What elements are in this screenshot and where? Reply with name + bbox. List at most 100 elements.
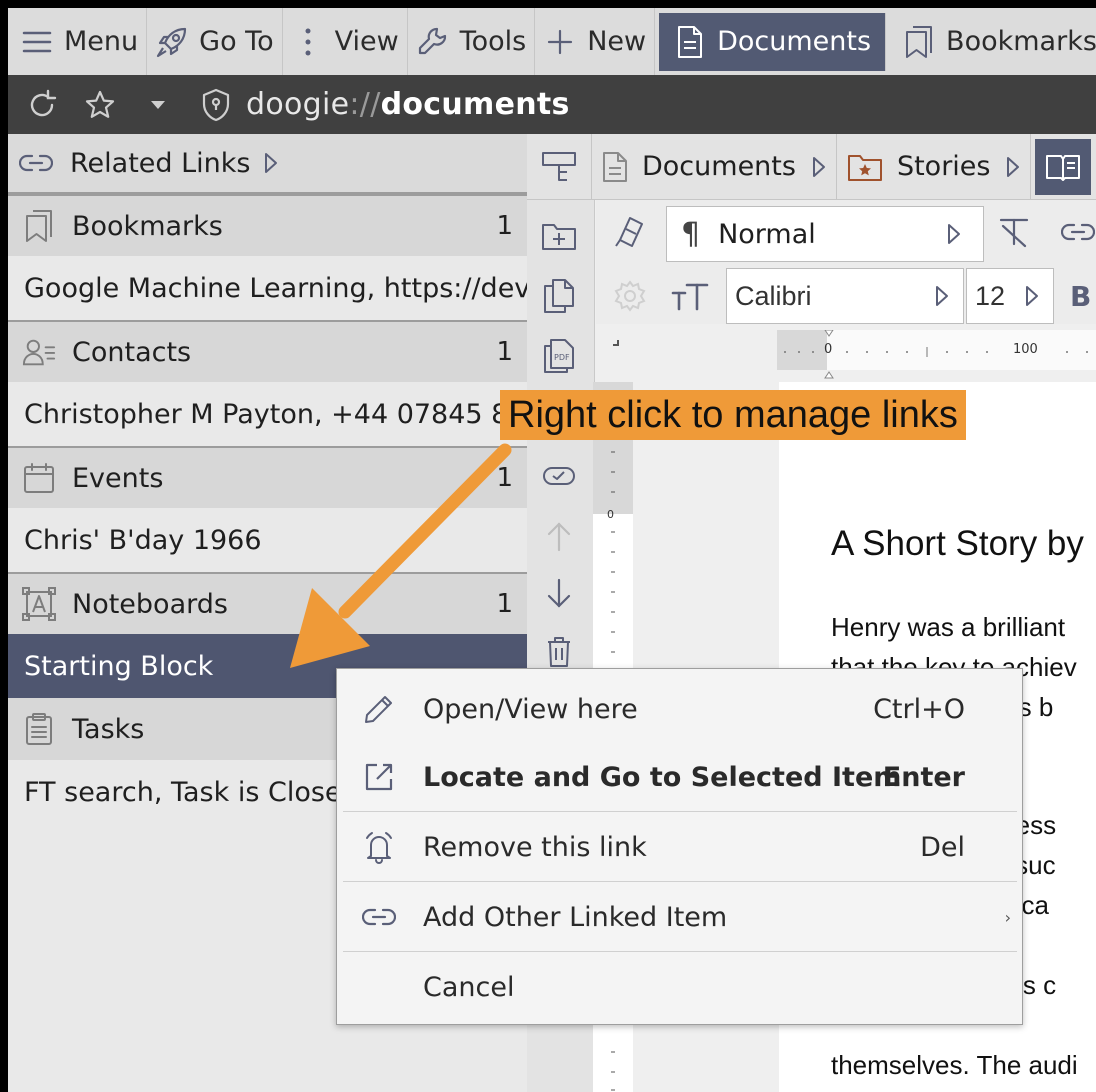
menu-item-label: Open/View here xyxy=(423,693,638,725)
menu-item-add-linked[interactable]: Add Other Linked Item › xyxy=(343,883,1017,951)
menu-item-shortcut: Ctrl+O xyxy=(873,693,965,725)
copy-icon xyxy=(544,279,574,313)
menu-item-shortcut: Del xyxy=(920,831,965,863)
eraser-button[interactable] xyxy=(608,212,648,252)
section-events[interactable]: Events 1 xyxy=(8,446,527,508)
ruler-corner xyxy=(613,340,619,346)
copy-document-button[interactable] xyxy=(537,274,581,318)
calendar-icon xyxy=(22,462,56,494)
pilcrow-icon: ¶ xyxy=(681,216,701,252)
link-icon xyxy=(18,153,54,173)
section-label: Events xyxy=(72,462,164,494)
list-item[interactable]: Christopher M Payton, +44 07845 844 . xyxy=(8,382,527,446)
font-family-select[interactable]: Calibri xyxy=(726,268,964,324)
link-icon xyxy=(361,899,397,935)
menu-item-label: Cancel xyxy=(423,971,515,1003)
link-icon xyxy=(1061,223,1095,241)
triangle-right-icon xyxy=(812,156,826,178)
paragraph-style-value: Normal xyxy=(718,218,816,250)
book-icon xyxy=(1045,152,1081,182)
document-breadcrumb: Documents Stories xyxy=(527,133,1096,200)
ruler-hundred-label: 100 xyxy=(1013,342,1038,357)
trash-icon xyxy=(548,637,570,667)
tree-toggle-button[interactable] xyxy=(527,133,592,200)
folder-star-icon xyxy=(847,152,883,182)
triangle-right-icon xyxy=(935,285,949,307)
bold-button[interactable]: B xyxy=(1070,276,1096,316)
bookmark-icon xyxy=(902,25,936,59)
section-bookmarks[interactable]: Bookmarks 1 xyxy=(8,194,527,256)
url-host: documents xyxy=(380,87,570,122)
section-contacts[interactable]: Contacts 1 xyxy=(8,320,527,382)
related-links-header[interactable]: Related Links xyxy=(8,134,527,194)
star-icon[interactable] xyxy=(80,85,120,125)
documents-tab[interactable]: Documents xyxy=(659,12,887,71)
triangle-right-icon xyxy=(1006,156,1020,178)
section-label: Contacts xyxy=(72,336,192,368)
breadcrumb-book[interactable] xyxy=(1035,138,1092,195)
tools-button[interactable]: Tools xyxy=(408,8,536,75)
menu-item-shortcut: Enter xyxy=(882,761,965,793)
tree-icon xyxy=(541,150,577,184)
submenu-arrow-icon: › xyxy=(1004,907,1011,927)
new-button[interactable]: New xyxy=(535,8,656,75)
link-button[interactable] xyxy=(1058,212,1096,252)
clear-format-icon xyxy=(999,218,1029,248)
pdf-icon: PDF xyxy=(544,339,574,373)
section-count: 1 xyxy=(496,463,513,493)
menu-item-cancel[interactable]: Cancel xyxy=(343,953,1017,1021)
clear-format-button[interactable] xyxy=(994,212,1034,252)
triangle-right-icon xyxy=(264,152,278,174)
rocket-icon xyxy=(155,25,189,59)
breadcrumb-documents[interactable]: Documents xyxy=(592,133,837,200)
menu-item-remove-link[interactable]: Remove this link Del xyxy=(343,813,1017,881)
font-family-value: Calibri xyxy=(735,280,812,311)
dropdown-caret-icon[interactable] xyxy=(138,85,178,125)
view-button[interactable]: View xyxy=(283,8,408,75)
external-link-icon xyxy=(361,759,397,795)
plus-icon xyxy=(543,25,577,59)
bookmarks-tab[interactable]: Bookmarks xyxy=(886,8,1096,75)
arrow-down-icon xyxy=(547,578,571,608)
shield-icon[interactable] xyxy=(196,85,236,125)
move-up-button[interactable] xyxy=(537,514,581,558)
list-item[interactable]: Chris' B'day 1966 xyxy=(8,508,527,572)
bold-label: B xyxy=(1070,279,1092,313)
menu-item-open-view[interactable]: Open/View here Ctrl+O xyxy=(343,675,1017,743)
context-menu: Open/View here Ctrl+O Locate and Go to S… xyxy=(336,668,1023,1025)
view-label: View xyxy=(334,26,399,57)
link-item-button[interactable] xyxy=(537,454,581,498)
gear-icon xyxy=(614,280,646,312)
annotation-callout: Right click to manage links xyxy=(500,390,966,440)
list-item[interactable]: Google Machine Learning, https://devel… xyxy=(8,256,527,320)
vertical-dots-icon xyxy=(291,25,325,59)
paragraph-style-select[interactable]: ¶ Normal xyxy=(666,206,984,262)
goto-button[interactable]: Go To xyxy=(147,8,283,75)
document-icon xyxy=(673,25,707,59)
reload-icon[interactable] xyxy=(22,85,62,125)
bookmark-icon xyxy=(22,209,56,243)
new-folder-button[interactable] xyxy=(537,214,581,258)
breadcrumb-stories[interactable]: Stories xyxy=(837,133,1032,200)
menu-item-locate[interactable]: Locate and Go to Selected Item Enter xyxy=(343,743,1017,811)
documents-label: Documents xyxy=(717,26,872,57)
document-title: A Short Story by xyxy=(831,524,1084,563)
menu-button[interactable]: Menu xyxy=(8,8,148,75)
menu-label: Menu xyxy=(64,26,139,57)
font-size-icon-button[interactable] xyxy=(670,276,710,316)
svg-text:PDF: PDF xyxy=(554,353,570,362)
move-down-button[interactable] xyxy=(537,572,581,616)
url-protocol: doogie xyxy=(246,87,350,122)
font-size-select[interactable]: 12 xyxy=(966,268,1054,324)
section-noteboards[interactable]: Noteboards 1 xyxy=(8,572,527,634)
new-label: New xyxy=(587,26,647,57)
document-line: Henry was a brilliant xyxy=(831,612,1066,642)
breadcrumb-stories-label: Stories xyxy=(896,151,991,182)
settings-button[interactable] xyxy=(612,278,648,314)
address-url[interactable]: doogie://documents xyxy=(246,87,570,122)
ruler-zero-label: 0 xyxy=(824,342,833,357)
horizontal-ruler: 0 100 xyxy=(777,330,1096,380)
pdf-export-button[interactable]: PDF xyxy=(537,334,581,378)
document-line: themselves. The audi xyxy=(831,1050,1078,1080)
url-separator: :// xyxy=(349,87,381,122)
